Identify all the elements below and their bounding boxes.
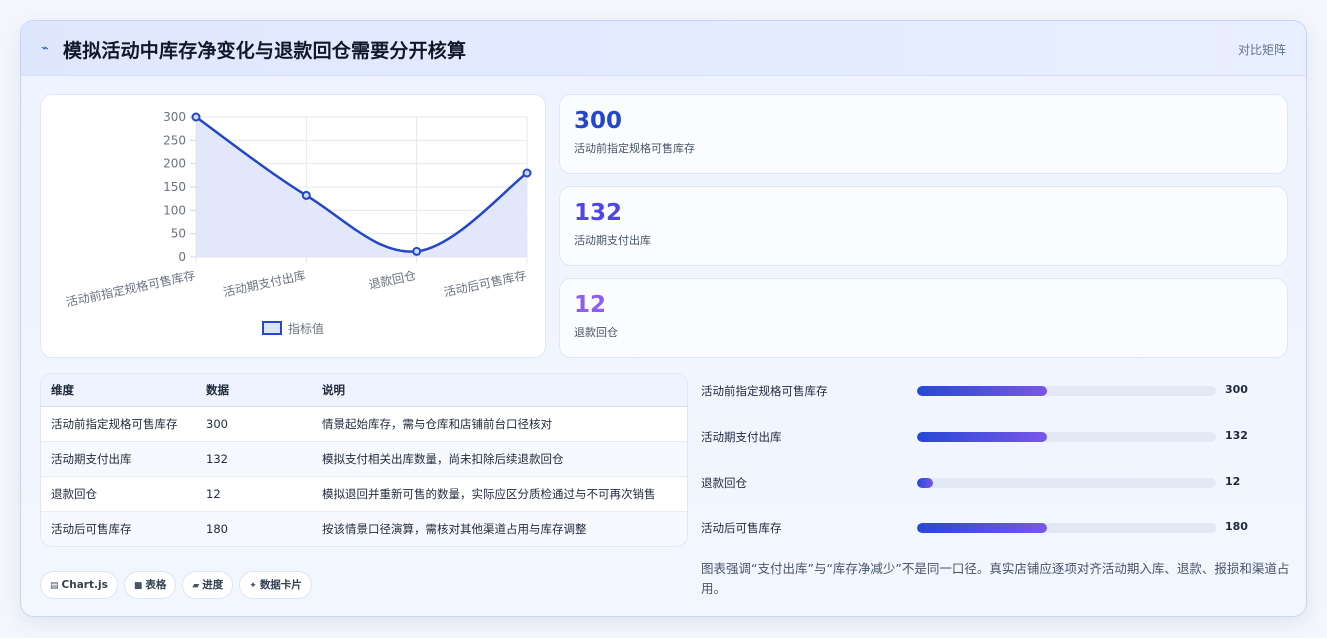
table-cell: 180 <box>196 511 312 546</box>
progress-value: 12 <box>1225 475 1241 488</box>
progress-label: 活动期支付出库 <box>701 430 782 444</box>
table-icon: ■ <box>133 581 143 591</box>
table-row: 退款回仓 12 模拟退回并重新可售的数量，实际应区分质检通过与不可再次销售 <box>41 476 687 512</box>
progress-value: 180 <box>1225 520 1248 533</box>
progress-row: 退款回仓 12 <box>701 473 1291 493</box>
card-header: ⌁ 模拟活动中库存净变化与退款回仓需要分开核算 对比矩阵 <box>21 21 1306 76</box>
table-cell: 退款回仓 <box>41 476 196 512</box>
chart-note: 图表强调“支付出库”与“库存净减少”不是同一口径。真实店铺应逐项对齐活动期入库、… <box>701 561 1290 596</box>
table-cell: 模拟退回并重新可售的数量，实际应区分质检通过与不可再次销售 <box>312 476 687 512</box>
column-header: 维度 <box>41 374 196 407</box>
data-point <box>191 112 201 122</box>
y-tick-label: 50 <box>171 227 186 241</box>
y-tick-label: 250 <box>163 133 186 147</box>
y-tick-label: 200 <box>163 157 186 171</box>
progress-value: 132 <box>1225 429 1248 442</box>
column-header: 数据 <box>196 374 312 407</box>
page-title: 模拟活动中库存净变化与退款回仓需要分开核算 <box>63 40 467 62</box>
legend-swatch <box>262 321 282 335</box>
kpi-card-3: 12 退款回仓 <box>559 278 1288 358</box>
progress-track <box>917 523 1216 533</box>
comparison-matrix-label[interactable]: 对比矩阵 <box>1238 41 1286 58</box>
progress-value: 300 <box>1225 383 1248 396</box>
kpi-label: 活动前指定规格可售库存 <box>574 142 695 155</box>
kpi-card-2: 132 活动期支付出库 <box>559 186 1288 266</box>
y-tick-label: 150 <box>163 180 186 194</box>
chip-data-cards[interactable]: ✦ 数据卡片 <box>239 571 312 599</box>
table-cell: 12 <box>196 476 312 512</box>
kpi-value: 12 <box>574 292 607 318</box>
table-row: 活动后可售库存 180 按该情景口径演算，需核对其他渠道占用与库存调整 <box>41 511 687 546</box>
table-cell: 132 <box>196 441 312 477</box>
x-tick-label: 退款回仓 <box>367 268 417 292</box>
tag-chips: ▤ Chart.js ■ 表格 ▰ 进度 ✦ 数据卡片 <box>40 571 318 599</box>
progress-fill <box>917 386 1048 396</box>
kpi-value: 132 <box>574 200 623 226</box>
table-row: 活动期支付出库 132 模拟支付相关出库数量，尚未扣除后续退款回仓 <box>41 441 687 477</box>
y-tick-label: 300 <box>163 110 186 124</box>
data-point <box>522 168 532 178</box>
table-cell: 活动前指定规格可售库存 <box>41 406 196 442</box>
kpi-label: 活动期支付出库 <box>574 234 651 247</box>
data-table-panel: 维度 数据 说明 活动前指定规格可售库存 300 情景起始库存，需与仓库和店铺前… <box>40 373 688 547</box>
chip-label: 进度 <box>202 579 224 591</box>
progress-track <box>917 478 1216 488</box>
progress-track <box>917 386 1216 396</box>
progress-track <box>917 432 1216 442</box>
table-cell: 模拟支付相关出库数量，尚未扣除后续退款回仓 <box>312 441 687 477</box>
x-tick-label: 活动后可售库存 <box>442 267 527 299</box>
table-cell: 活动后可售库存 <box>41 511 196 546</box>
progress-fill <box>917 478 934 488</box>
legend-label: 指标值 <box>288 321 324 336</box>
line-chart-panel: 0 50 100 150 200 250 300 活动前指定规格可售库存 活动期支付出库 退款回仓… <box>40 94 546 358</box>
report-card: ⌁ 模拟活动中库存净变化与退款回仓需要分开核算 对比矩阵 0 50 100 150 20… <box>20 20 1307 617</box>
table-cell: 情景起始库存，需与仓库和店铺前台口径核对 <box>312 406 687 442</box>
table-cell: 活动期支付出库 <box>41 441 196 477</box>
y-tick-label: 100 <box>163 203 186 217</box>
progress-label: 活动后可售库存 <box>701 521 782 535</box>
chip-label: Chart.js <box>61 579 108 591</box>
data-point <box>301 190 311 200</box>
progress-list: 活动前指定规格可售库存 300 活动期支付出库 132 退款回仓 12 活动后可… <box>701 373 1291 553</box>
chart-icon: ▤ <box>50 581 59 591</box>
kpi-value: 300 <box>574 108 623 134</box>
chip-table[interactable]: ■ 表格 <box>123 571 177 599</box>
y-tick-label: 0 <box>178 250 186 264</box>
data-table: 维度 数据 说明 活动前指定规格可售库存 300 情景起始库存，需与仓库和店铺前… <box>41 374 687 546</box>
sparkle-icon: ✦ <box>249 581 257 591</box>
column-header: 说明 <box>312 374 687 407</box>
progress-icon: ▰ <box>192 581 200 591</box>
table-header-row: 维度 数据 说明 <box>41 374 687 407</box>
kpi-label: 退款回仓 <box>574 326 618 339</box>
table-row: 活动前指定规格可售库存 300 情景起始库存，需与仓库和店铺前台口径核对 <box>41 406 687 442</box>
data-point <box>412 246 422 256</box>
lightning-icon: ⌁ <box>41 41 49 56</box>
chip-progress[interactable]: ▰ 进度 <box>182 571 234 599</box>
progress-row: 活动后可售库存 180 <box>701 518 1291 538</box>
chip-chartjs[interactable]: ▤ Chart.js <box>40 571 118 599</box>
progress-label: 退款回仓 <box>701 476 747 490</box>
progress-row: 活动期支付出库 132 <box>701 427 1291 447</box>
chip-label: 数据卡片 <box>259 579 302 591</box>
progress-fill <box>917 523 1048 533</box>
progress-label: 活动前指定规格可售库存 <box>701 384 828 398</box>
x-tick-label: 活动期支付出库 <box>222 267 307 299</box>
kpi-card-1: 300 活动前指定规格可售库存 <box>559 94 1288 174</box>
x-tick-label: 活动前指定规格可售库存 <box>64 267 196 309</box>
table-cell: 300 <box>196 406 312 442</box>
progress-row: 活动前指定规格可售库存 300 <box>701 381 1291 401</box>
line-chart: 0 50 100 150 200 250 300 活动前指定规格可售库存 活动期支付出库 退款回仓… <box>64 110 532 336</box>
table-cell: 按该情景口径演算，需核对其他渠道占用与库存调整 <box>312 511 687 546</box>
chip-label: 表格 <box>145 579 167 591</box>
progress-fill <box>917 432 1048 442</box>
